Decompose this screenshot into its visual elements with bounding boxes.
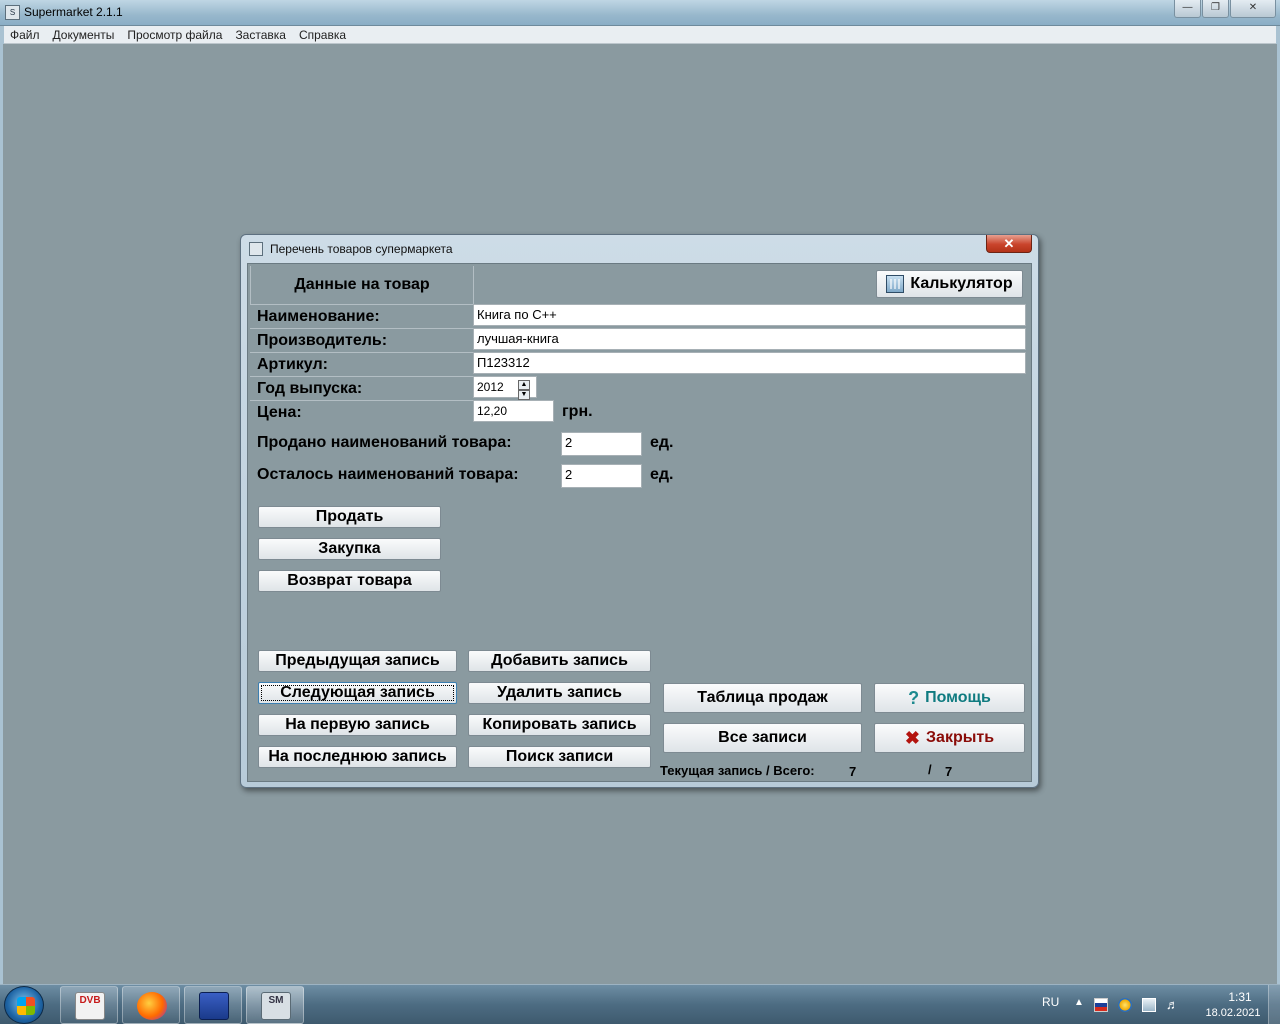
search-record-button[interactable]: Поиск записи [468,746,651,768]
close-button[interactable]: ✖ Закрыть [874,723,1025,753]
copy-record-button[interactable]: Копировать запись [468,714,651,736]
menubar: Файл Документы Просмотр файла Заставка С… [0,26,1280,44]
sold-unit: ед. [650,434,674,451]
window-controls: — ❐ ✕ [1174,0,1276,18]
main-titlebar: S Supermarket 2.1.1 — ❐ ✕ [0,0,1280,26]
article-field[interactable]: П123312 [473,352,1026,374]
show-desktop-button[interactable] [1268,985,1280,1024]
clock-time[interactable]: 1:31 [1215,990,1265,1004]
calculator-label: Калькулятор [910,275,1013,292]
first-record-button[interactable]: На первую запись [258,714,457,736]
volume-icon[interactable]: ♬ [1166,998,1180,1012]
calculator-button[interactable]: Калькулятор [876,270,1023,298]
close-label: Закрыть [926,729,995,746]
sold-field[interactable]: 2 [561,432,642,456]
year-up-arrow-icon[interactable]: ▲ [518,380,530,390]
purchase-button[interactable]: Закупка [258,538,441,560]
last-record-button[interactable]: На последнюю запись [258,746,457,768]
name-field[interactable]: Книга по C++ [473,304,1026,326]
calculator-icon [886,275,905,293]
sales-table-button[interactable]: Таблица продаж [663,683,862,713]
taskbar-app-dvb[interactable]: DVB [60,986,118,1024]
taskbar: DVB SM RU ▲ ♬ 1:31 18.02.2021 [0,984,1280,1024]
dvb-app-icon: DVB [75,992,105,1020]
product-data-header: Данные на товар [250,266,474,304]
prev-record-button[interactable]: Предыдущая запись [258,650,457,672]
total-records-value: 7 [945,764,953,779]
menu-help[interactable]: Справка [293,26,353,43]
help-button[interactable]: ? Помощь [874,683,1025,713]
security-icon[interactable] [1118,998,1132,1012]
russia-flag-icon[interactable] [1094,998,1108,1012]
price-unit: грн. [562,403,593,420]
next-record-button[interactable]: Следующая запись [258,682,457,704]
menu-view-file[interactable]: Просмотр файла [121,26,229,43]
maximize-button[interactable]: ❐ [1202,0,1229,18]
maker-label: Производитель: [250,328,474,352]
help-label: Помощь [925,689,991,706]
menu-splash[interactable]: Заставка [229,26,293,43]
windows-logo-icon [17,997,35,1015]
tray-expand-icon[interactable]: ▲ [1074,997,1084,1008]
clock-date[interactable]: 18.02.2021 [1198,1007,1268,1019]
dialog-body: Данные на товар Калькулятор Наименование… [247,263,1032,782]
return-button[interactable]: Возврат товара [258,570,441,592]
taskbar-app-supermarket[interactable]: SM [246,986,304,1024]
record-status-label: Текущая запись / Всего: [660,763,815,778]
price-label: Цена: [250,400,474,424]
remaining-unit: ед. [650,466,674,483]
language-indicator[interactable]: RU [1042,995,1059,1009]
dialog-icon [249,242,263,256]
all-records-button[interactable]: Все записи [663,723,862,753]
record-separator: / [928,762,932,777]
menu-documents[interactable]: Документы [47,26,122,43]
product-list-dialog: Перечень товаров супермаркета ✕ Данные н… [240,234,1039,788]
delete-record-button[interactable]: Удалить запись [468,682,651,704]
supermarket-app-icon: SM [261,992,291,1020]
year-down-arrow-icon[interactable]: ▼ [518,390,530,400]
firefox-icon [137,992,167,1020]
floppy-disk-icon [199,992,229,1020]
help-icon: ? [908,687,920,708]
app-title: Supermarket 2.1.1 [24,5,123,19]
year-spinner: ▲ ▼ [518,380,530,400]
close-icon: ✖ [904,727,921,748]
sell-button[interactable]: Продать [258,506,441,528]
maker-field[interactable]: лучшая-книга [473,328,1026,350]
taskbar-app-firefox[interactable] [122,986,180,1024]
taskbar-app-save[interactable] [184,986,242,1024]
sold-label: Продано наименований товара: [257,434,512,451]
dialog-close-button[interactable]: ✕ [986,235,1032,253]
current-record-value: 7 [849,764,857,779]
close-window-button[interactable]: ✕ [1230,0,1276,18]
remaining-label: Осталось наименований товара: [257,466,519,483]
minimize-button[interactable]: — [1174,0,1201,18]
remaining-field[interactable]: 2 [561,464,642,488]
start-button[interactable] [4,986,44,1024]
price-field[interactable]: 12,20 [473,400,554,422]
network-icon[interactable] [1142,998,1156,1012]
dialog-title: Перечень товаров супермаркета [270,242,453,256]
add-record-button[interactable]: Добавить запись [468,650,651,672]
menu-file[interactable]: Файл [4,26,47,43]
app-icon: S [5,5,20,20]
article-label: Артикул: [250,352,474,376]
name-label: Наименование: [250,304,474,328]
system-tray: RU ▲ ♬ 1:31 18.02.2021 [1040,985,1280,1024]
year-label: Год выпуска: [250,376,474,400]
